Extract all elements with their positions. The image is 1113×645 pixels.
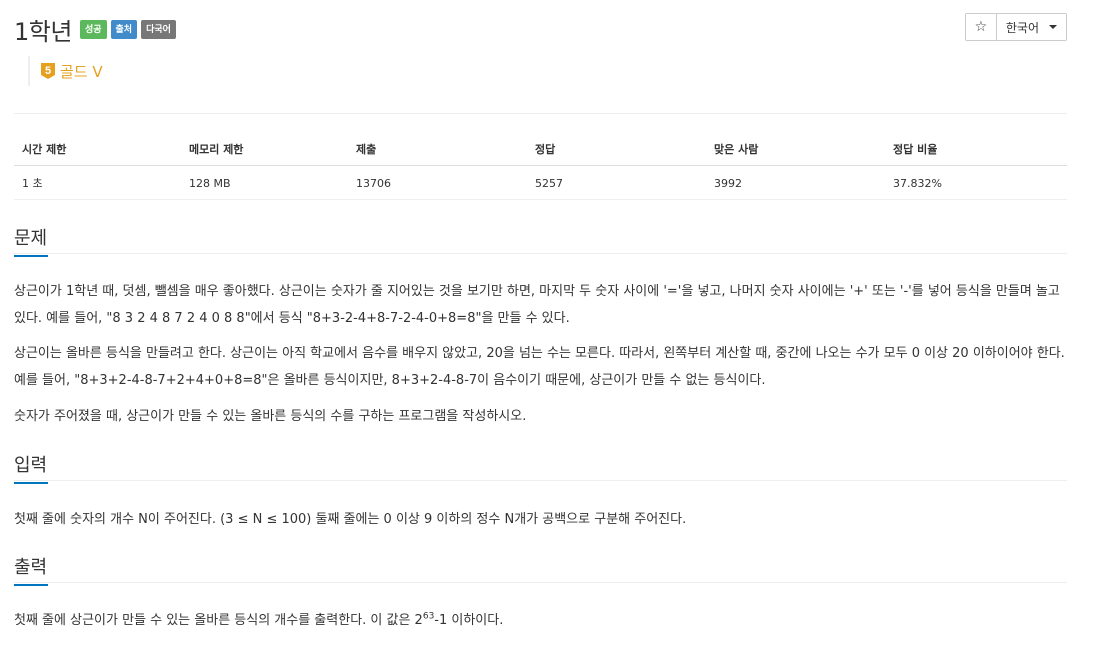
language-control: ☆ 한국어	[964, 13, 1067, 41]
caret-down-icon	[1049, 25, 1057, 29]
problem-page: 1학년 성공 출처 다국어 ☆ 한국어 5 골드 V 시간 제한 메모리 제한 …	[0, 0, 1113, 645]
header-memory-limit: 메모리 제한	[181, 134, 348, 166]
problem-title: 1학년	[14, 18, 72, 46]
divider	[14, 113, 1067, 114]
star-icon: ☆	[974, 19, 988, 35]
title-row: 1학년 성공 출처 다국어	[14, 12, 176, 47]
exponent: 63	[422, 611, 435, 622]
cell-accepted: 5257	[527, 165, 706, 200]
language-dropdown[interactable]: 한국어	[996, 13, 1067, 41]
table-row: 1 초 128 MB 13706 5257 3992 37.832%	[14, 165, 1067, 200]
problem-paragraph-2: 상근이는 올바른 등식을 만들려고 한다. 상근이는 아직 학교에서 음수를 배…	[14, 346, 1065, 388]
tier-link[interactable]: 골드 V	[60, 61, 103, 82]
section-divider	[14, 582, 1067, 583]
cell-submissions: 13706	[348, 165, 527, 200]
problem-info-table: 시간 제한 메모리 제한 제출 정답 맞은 사람 정답 비율 1 초 128 M…	[14, 134, 1067, 200]
header-time-limit: 시간 제한	[14, 134, 181, 166]
header-accepted: 정답	[527, 134, 706, 166]
cell-solved-users: 3992	[706, 165, 885, 200]
tier-block: 5 골드 V	[28, 56, 103, 86]
problem-paragraph-3: 숫자가 주어졌을 때, 상근이가 만들 수 있는 올바른 등식의 수를 구하는 …	[14, 409, 527, 424]
star-button[interactable]: ☆	[964, 13, 997, 41]
output-description: 첫째 줄에 상근이가 만들 수 있는 올바른 등식의 개수를 출력한다. 이 값…	[14, 611, 504, 628]
tier-badge-icon: 5	[41, 63, 55, 79]
cell-time-limit: 1 초	[14, 165, 181, 200]
table-header-row: 시간 제한 메모리 제한 제출 정답 맞은 사람 정답 비율	[14, 134, 1067, 166]
tier-number: 5	[45, 65, 51, 77]
header-ratio: 정답 비율	[885, 134, 1067, 166]
section-divider	[14, 480, 1067, 481]
problem-paragraph-1: 상근이가 1학년 때, 덧셈, 뺄셈을 매우 좋아했다. 상근이는 숫자가 줄 …	[14, 284, 1060, 326]
section-divider	[14, 253, 1067, 254]
input-description: 첫째 줄에 숫자의 개수 N이 주어진다. (3 ≤ N ≤ 100) 둘째 줄…	[14, 512, 687, 527]
cell-ratio: 37.832%	[885, 165, 1067, 200]
label-source[interactable]: 출처	[110, 20, 138, 39]
cell-memory-limit: 128 MB	[181, 165, 348, 200]
header-solved-users: 맞은 사람	[706, 134, 885, 166]
label-success[interactable]: 성공	[79, 20, 107, 39]
language-label: 한국어	[1005, 20, 1039, 35]
label-multilang[interactable]: 다국어	[141, 20, 176, 39]
header-submissions: 제출	[348, 134, 527, 166]
